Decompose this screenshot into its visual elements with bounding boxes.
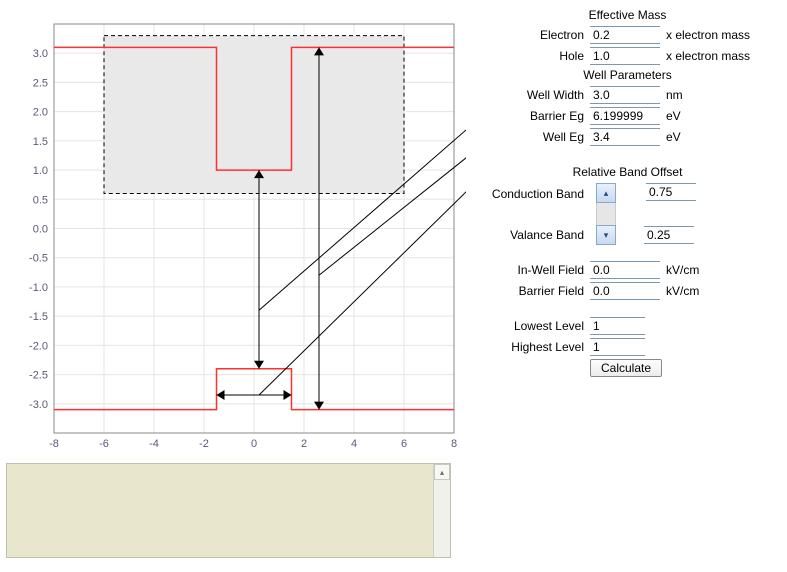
barrier-eg-input[interactable] <box>590 107 660 125</box>
barrier-eg-unit: eV <box>660 109 681 123</box>
well-width-unit: nm <box>660 88 683 102</box>
electron-label: Electron <box>474 28 590 42</box>
well-eg-unit: eV <box>660 130 681 144</box>
svg-text:2.5: 2.5 <box>33 77 48 89</box>
barrier-field-input[interactable] <box>590 282 660 300</box>
svg-text:3.0: 3.0 <box>33 48 48 60</box>
svg-text:-0.5: -0.5 <box>29 253 48 265</box>
highest-level-label: Highest Level <box>474 340 590 354</box>
svg-text:0.0: 0.0 <box>33 224 48 236</box>
spinner-up-button[interactable]: ▴ <box>596 183 616 203</box>
svg-text:2: 2 <box>301 438 307 450</box>
band-offset-spinner[interactable]: ▴ ▾ <box>596 183 616 245</box>
scroll-up-button[interactable]: ▴ <box>434 464 450 480</box>
parameter-panel: Effective Mass Electron x electron mass … <box>466 6 781 558</box>
svg-text:-6: -6 <box>99 438 109 450</box>
svg-text:-2: -2 <box>199 438 209 450</box>
calculate-button[interactable]: Calculate <box>590 359 662 377</box>
barrier-eg-label: Barrier Eg <box>474 109 590 123</box>
highest-level-input[interactable] <box>590 338 645 356</box>
conduction-band-input[interactable] <box>646 183 696 201</box>
svg-text:-1.5: -1.5 <box>29 311 48 323</box>
svg-text:4: 4 <box>351 438 357 450</box>
valance-band-input[interactable] <box>644 226 694 244</box>
barrier-field-label: Barrier Field <box>474 284 590 298</box>
effective-mass-title: Effective Mass <box>474 8 781 22</box>
barrier-field-unit: kV/cm <box>660 284 699 298</box>
output-log[interactable]: ▴ <box>6 463 451 558</box>
well-parameters-title: Well Parameters <box>474 68 781 82</box>
inwell-field-label: In-Well Field <box>474 263 590 277</box>
svg-text:-2.0: -2.0 <box>29 340 48 352</box>
well-eg-label: Well Eg <box>474 130 590 144</box>
svg-text:-1.0: -1.0 <box>29 282 48 294</box>
spinner-track[interactable] <box>596 203 616 225</box>
svg-text:-8: -8 <box>49 438 59 450</box>
conduction-band-label: Conduction Band <box>474 183 590 201</box>
hole-label: Hole <box>474 49 590 63</box>
svg-text:1.5: 1.5 <box>33 136 48 148</box>
valance-band-label: Valance Band <box>474 228 590 242</box>
inwell-field-input[interactable] <box>590 261 660 279</box>
svg-text:6: 6 <box>401 438 407 450</box>
svg-text:0.5: 0.5 <box>33 194 48 206</box>
hole-unit: x electron mass <box>660 49 750 63</box>
svg-text:2.0: 2.0 <box>33 107 48 119</box>
relative-band-offset-title: Relative Band Offset <box>474 165 781 179</box>
svg-text:-4: -4 <box>149 438 159 450</box>
well-width-label: Well Width <box>474 88 590 102</box>
svg-text:-2.5: -2.5 <box>29 370 48 382</box>
well-eg-input[interactable] <box>590 128 660 146</box>
lowest-level-label: Lowest Level <box>474 319 590 333</box>
svg-text:1.0: 1.0 <box>33 165 48 177</box>
well-width-input[interactable] <box>590 86 660 104</box>
svg-text:8: 8 <box>451 438 457 450</box>
chart-area: -8 -6 -4 -2 0 2 4 6 8 -3.0 -2.5 -2.0 -1.5 -1.0 -0.5 0.0… <box>6 6 466 461</box>
spinner-down-button[interactable]: ▾ <box>596 225 616 245</box>
svg-text:0: 0 <box>251 438 257 450</box>
log-scrollbar[interactable]: ▴ <box>433 464 450 557</box>
hole-input[interactable] <box>590 47 660 65</box>
band-diagram-chart: -8 -6 -4 -2 0 2 4 6 8 -3.0 -2.5 -2.0 -1.5 -1.0 -0.5 0.0… <box>6 6 466 461</box>
electron-input[interactable] <box>590 26 660 44</box>
svg-text:-3.0: -3.0 <box>29 399 48 411</box>
lowest-level-input[interactable] <box>590 317 645 335</box>
inwell-field-unit: kV/cm <box>660 263 699 277</box>
electron-unit: x electron mass <box>660 28 750 42</box>
